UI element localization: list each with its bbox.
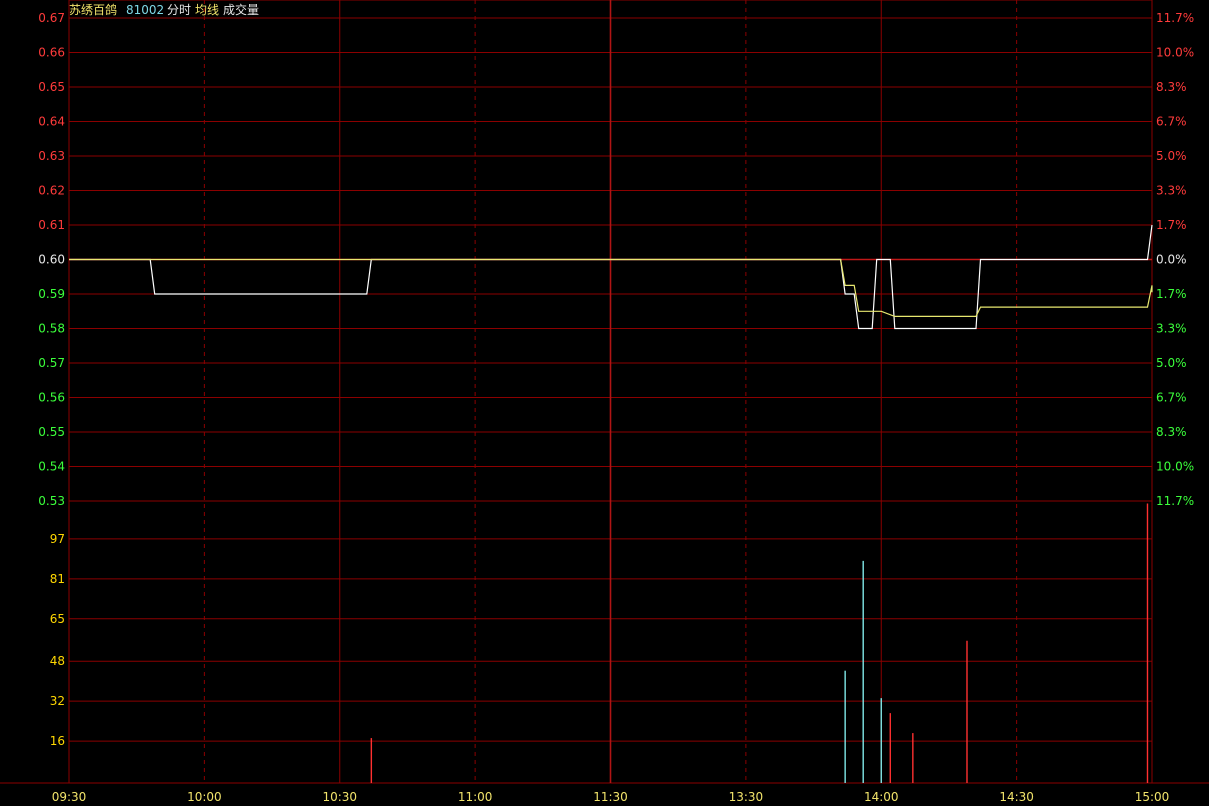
- pct-tick-label: 11.7%: [1156, 11, 1194, 25]
- pct-tick-label: 5.0%: [1156, 356, 1187, 370]
- pct-tick-label: 6.7%: [1156, 391, 1187, 405]
- pct-tick-label: 3.3%: [1156, 322, 1187, 336]
- price-tick-label: 0.67: [38, 11, 65, 25]
- pct-tick-label: 1.7%: [1156, 287, 1187, 301]
- price-tick-label: 0.55: [38, 425, 65, 439]
- price-tick-label: 0.60: [38, 253, 65, 267]
- pct-tick-label: 3.3%: [1156, 184, 1187, 198]
- pct-tick-label: 11.7%: [1156, 494, 1194, 508]
- pct-tick-label: 6.7%: [1156, 115, 1187, 129]
- price-tick-label: 0.56: [38, 391, 65, 405]
- time-tick-label: 11:30: [593, 790, 628, 804]
- time-tick-label: 15:00: [1135, 790, 1170, 804]
- intraday-chart[interactable]: 0.67 11.7% 0.66 10.0% 0.65 8.3% 0.64 6.7% 0.63 5.…: [0, 0, 1209, 806]
- pct-tick-label: 8.3%: [1156, 425, 1187, 439]
- time-tick-label: 14:00: [864, 790, 899, 804]
- price-tick-label: 0.53: [38, 494, 65, 508]
- time-tick-label: 11:00: [458, 790, 493, 804]
- price-tick-label: 0.66: [38, 46, 65, 60]
- pct-tick-label: 0.0%: [1156, 253, 1187, 267]
- volume-tick-label: 16: [50, 734, 65, 748]
- pct-tick-label: 5.0%: [1156, 149, 1187, 163]
- price-tick-label: 0.64: [38, 115, 65, 129]
- price-tick-label: 0.57: [38, 356, 65, 370]
- time-tick-label: 10:30: [322, 790, 357, 804]
- price-tick-label: 0.62: [38, 184, 65, 198]
- price-tick-label: 0.61: [38, 218, 65, 232]
- price-tick-label: 0.54: [38, 460, 65, 474]
- price-tick-label: 0.59: [38, 287, 65, 301]
- volume-tick-label: 97: [50, 532, 65, 546]
- pct-tick-label: 8.3%: [1156, 80, 1187, 94]
- price-tick-label: 0.63: [38, 149, 65, 163]
- price-tick-label: 0.58: [38, 322, 65, 336]
- volume-tick-label: 81: [50, 572, 65, 586]
- pct-tick-label: 10.0%: [1156, 46, 1194, 60]
- volume-tick-label: 32: [50, 694, 65, 708]
- time-tick-label: 10:00: [187, 790, 222, 804]
- time-tick-label: 13:30: [729, 790, 764, 804]
- time-tick-label: 09:30: [52, 790, 87, 804]
- pct-tick-label: 10.0%: [1156, 460, 1194, 474]
- volume-tick-label: 48: [50, 654, 65, 668]
- price-tick-label: 0.65: [38, 80, 65, 94]
- volume-tick-label: 65: [50, 612, 65, 626]
- pct-tick-label: 1.7%: [1156, 218, 1187, 232]
- time-tick-label: 14:30: [999, 790, 1034, 804]
